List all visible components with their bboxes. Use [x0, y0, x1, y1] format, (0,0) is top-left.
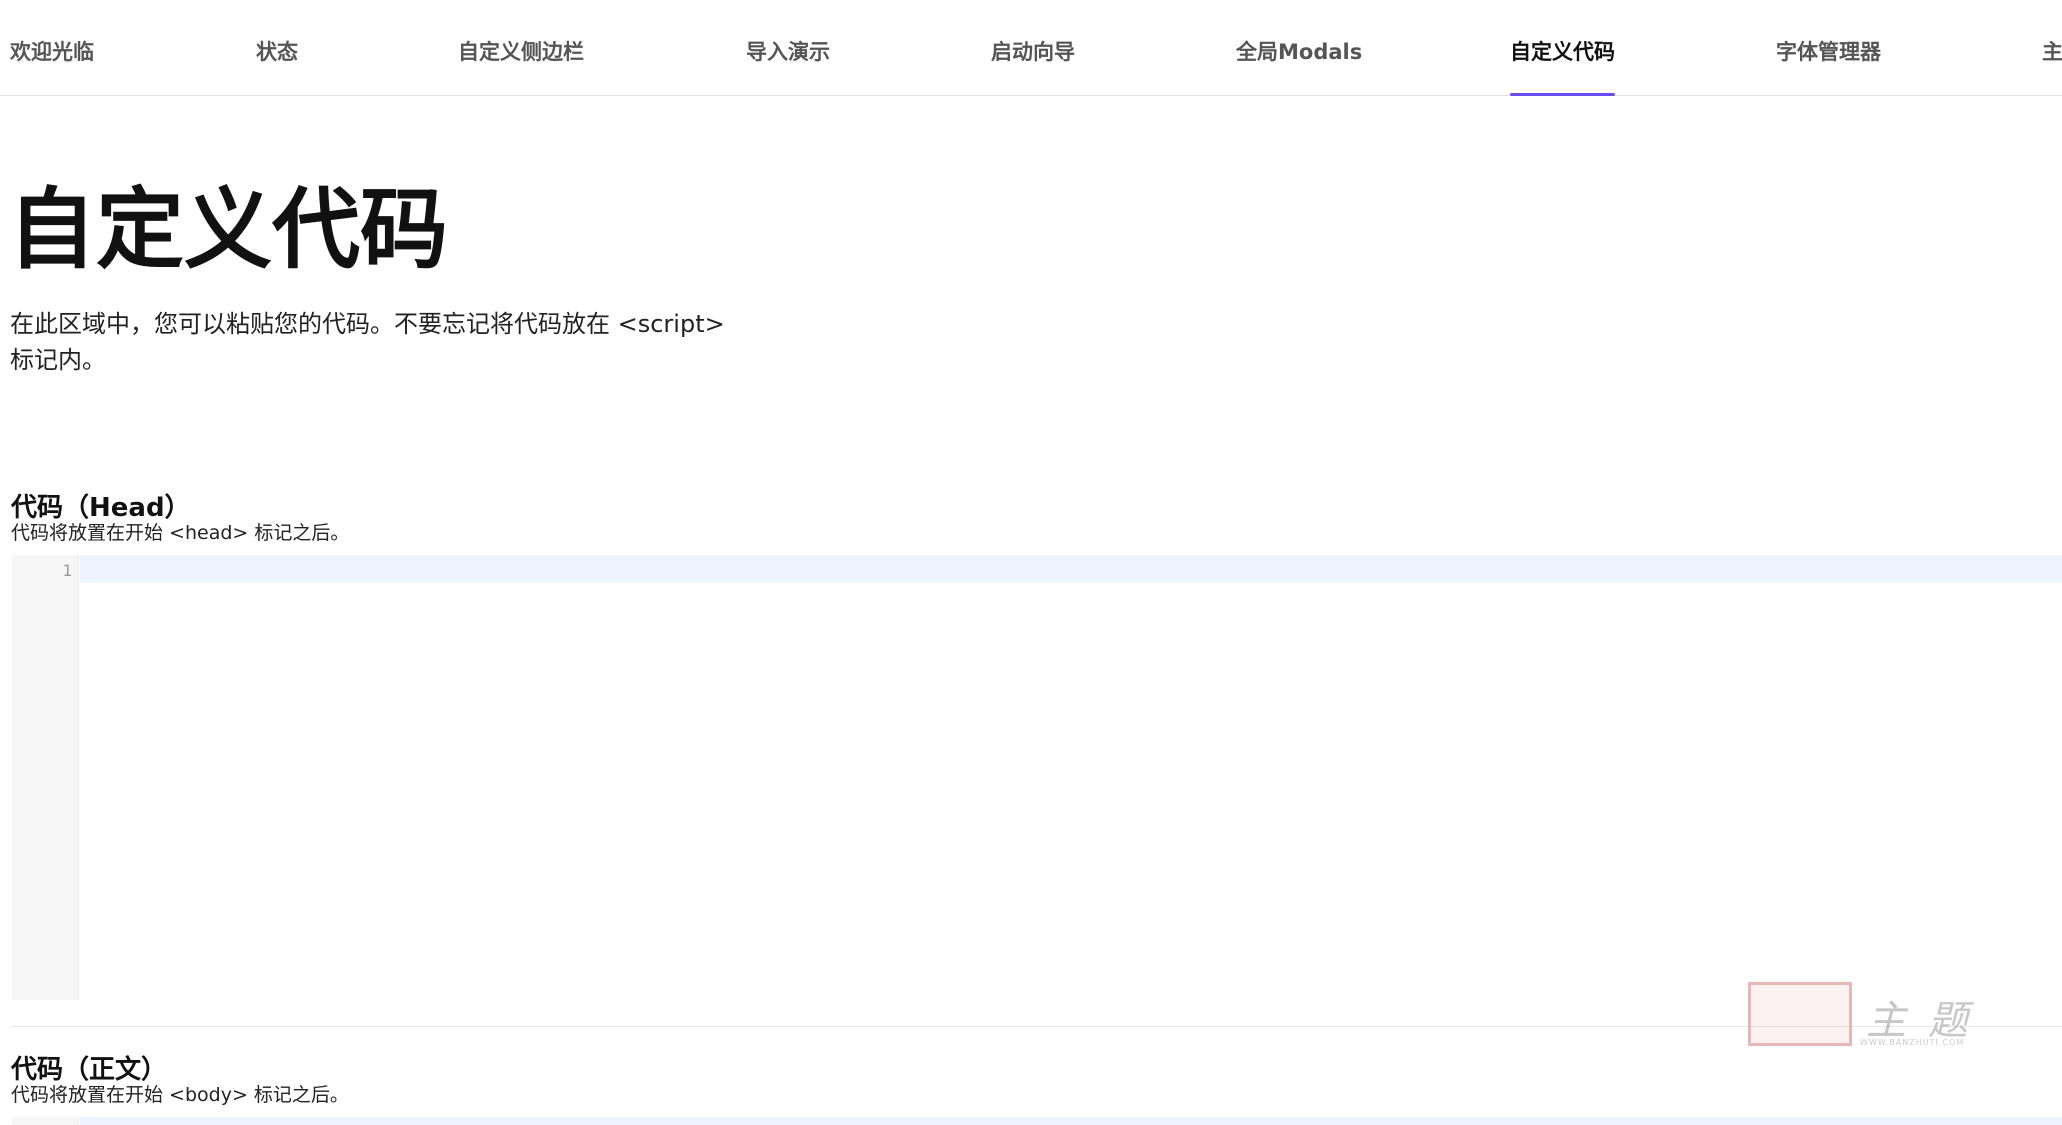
tab-setup-wizard[interactable]: 启动向导 [991, 42, 1075, 63]
line-number-gutter [12, 1117, 79, 1125]
watermark-url: WWW.BANZHUTI.COM [1860, 1038, 1965, 1047]
tab-label: 状态 [256, 40, 298, 64]
custom-code-page: 欢迎光临 状态 自定义侧边栏 导入演示 启动向导 全局Modals 自定义代码 … [0, 0, 2062, 1125]
page-title: 自定义代码 [8, 178, 449, 281]
tab-label: 全局Modals [1236, 40, 1363, 64]
tab-label: 欢迎光临 [10, 40, 94, 64]
tab-custom-code[interactable]: 自定义代码 [1510, 40, 1615, 96]
tab-label: 自定义代码 [1510, 40, 1615, 64]
body-code-description: 代码将放置在开始 <body> 标记之后。 [11, 1084, 349, 1106]
tab-label: 自定义侧边栏 [458, 40, 584, 64]
watermark: 主题 WWW.BANZHUTI.COM [1748, 980, 1978, 1050]
tab-label: 启动向导 [991, 40, 1075, 64]
tab-label: 主 [2042, 40, 2062, 64]
body-code-editor [12, 1117, 2062, 1125]
tab-theme[interactable]: 主 [2042, 42, 2062, 63]
tab-font-manager[interactable]: 字体管理器 [1776, 42, 1881, 63]
tab-status[interactable]: 状态 [256, 42, 298, 63]
tab-import-demo[interactable]: 导入演示 [746, 42, 830, 63]
page-description: 在此区域中，您可以粘贴您的代码。不要忘记将代码放在 <script> 标记内。 [10, 310, 725, 374]
tab-label: 导入演示 [746, 40, 830, 64]
tab-welcome[interactable]: 欢迎光临 [10, 42, 94, 63]
active-tab-indicator [1510, 93, 1615, 96]
settings-tab-bar: 欢迎光临 状态 自定义侧边栏 导入演示 启动向导 全局Modals 自定义代码 … [0, 0, 2062, 96]
tab-global-modals[interactable]: 全局Modals [1236, 42, 1362, 63]
tab-label: 字体管理器 [1776, 40, 1881, 64]
body-code-title: 代码（正文） [11, 1055, 168, 1085]
head-code-input[interactable] [80, 555, 2062, 1000]
line-number-gutter: 1 [12, 555, 79, 1000]
body-code-input[interactable] [80, 1117, 2062, 1125]
tab-custom-sidebar[interactable]: 自定义侧边栏 [458, 42, 584, 63]
line-number: 1 [62, 561, 72, 580]
head-code-title: 代码（Head） [11, 493, 191, 523]
head-code-description: 代码将放置在开始 <head> 标记之后。 [11, 522, 350, 544]
watermark-seal-icon [1748, 982, 1852, 1046]
head-code-editor: 1 [12, 555, 2062, 1000]
